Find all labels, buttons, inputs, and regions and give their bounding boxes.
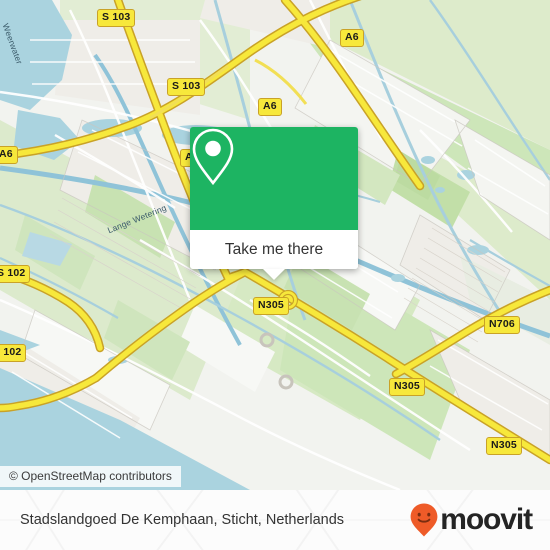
road-shield-n305-east[interactable]: N305 (486, 437, 522, 455)
road-shield-s103-mid[interactable]: S 103 (167, 78, 206, 96)
moovit-smiling-pin-icon (410, 503, 438, 537)
place-name-title: Stadslandgoed De Kemphaan, Sticht, Nethe… (20, 512, 345, 528)
road-shield-s102-upper[interactable]: S 102 (0, 265, 31, 283)
road-shield-a6-topright[interactable]: A6 (340, 29, 364, 47)
popup-card-footer[interactable]: Take me there (190, 230, 358, 280)
map-pin-icon (192, 128, 234, 186)
osm-attribution[interactable]: © OpenStreetMap contributors (0, 466, 181, 487)
bottom-info-bar: Stadslandgoed De Kemphaan, Sticht, Nethe… (0, 490, 550, 550)
road-shield-n305-mid[interactable]: N305 (389, 378, 425, 396)
take-me-there-label: Take me there (224, 240, 324, 258)
map-canvas[interactable]: S 103 S 103 A6 A6 A6 A6 S 102 S 102 N305… (0, 0, 550, 490)
road-shield-n706[interactable]: N706 (484, 316, 520, 334)
moovit-map-screenshot: S 103 S 103 A6 A6 A6 A6 S 102 S 102 N305… (0, 0, 550, 550)
road-shield-n305-west[interactable]: N305 (253, 297, 289, 315)
moovit-wordmark: moovit (440, 503, 533, 536)
popup-pointer (263, 269, 285, 280)
road-shield-s102-lower[interactable]: S 102 (0, 344, 27, 362)
popup-card-header (190, 127, 358, 230)
road-shield-s103-north[interactable]: S 103 (97, 9, 136, 27)
moovit-logo[interactable]: moovit (409, 502, 533, 538)
road-shield-a6-westedge[interactable]: A6 (0, 146, 18, 164)
road-shield-a6-center[interactable]: A6 (258, 98, 282, 116)
location-popup-card[interactable]: Take me there (190, 127, 358, 280)
